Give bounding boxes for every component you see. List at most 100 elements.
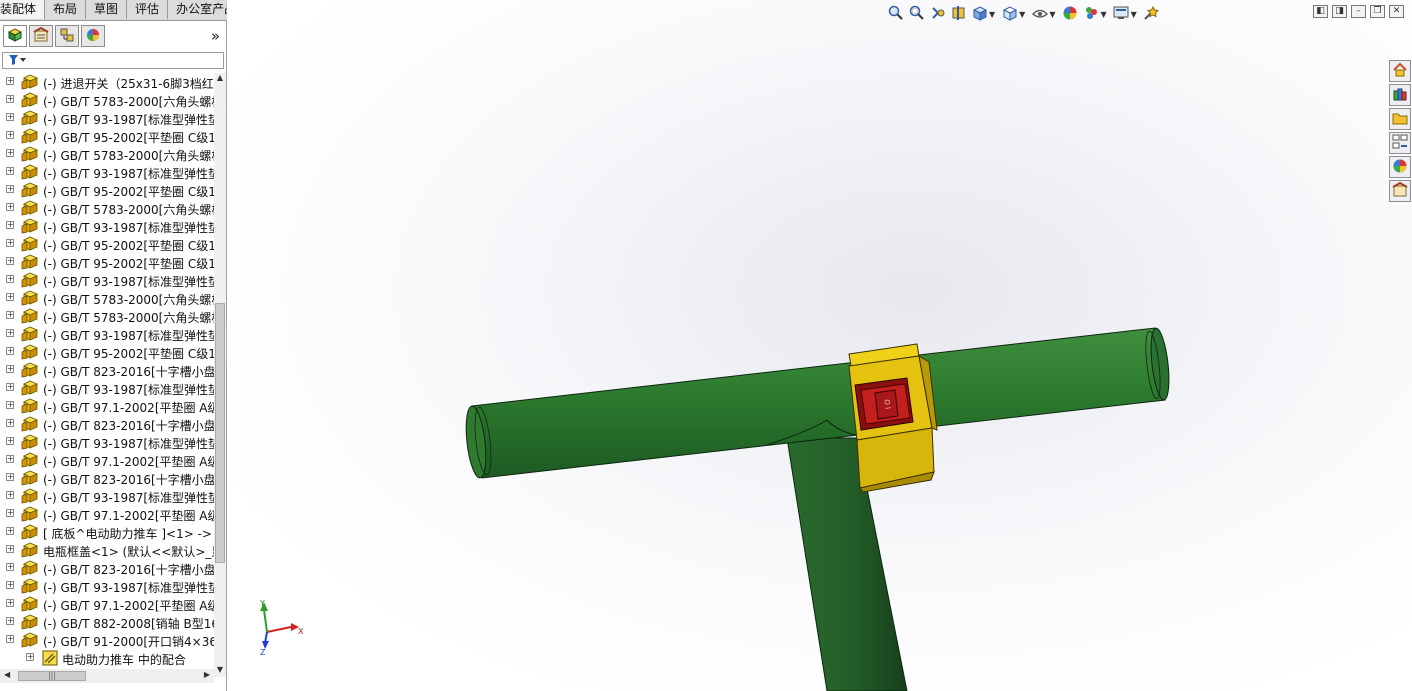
tree-item[interactable]: + 电动助力推车 中的配合 bbox=[0, 649, 214, 667]
expand-toggle-icon[interactable]: + bbox=[6, 185, 14, 193]
tree-item[interactable]: + (-) GB/T 5783-2000[六角头螺栓 bbox=[0, 307, 214, 325]
tree-item[interactable]: + (-) GB/T 97.1-2002[平垫圈 A级 bbox=[0, 505, 214, 523]
expand-toggle-icon[interactable]: + bbox=[6, 527, 14, 535]
scroll-right-icon[interactable]: ▶ bbox=[204, 670, 210, 679]
previous-view-button[interactable] bbox=[929, 6, 946, 23]
expand-toggle-icon[interactable]: + bbox=[6, 437, 14, 445]
hscrollbar-thumb[interactable]: ||| bbox=[18, 671, 86, 681]
tree-item[interactable]: + (-) GB/T 93-1987[标准型弹性垫 bbox=[0, 109, 214, 127]
tab-0[interactable]: 装配体 bbox=[0, 0, 46, 19]
tree-item[interactable]: + (-) GB/T 97.1-2002[平垫圈 A级 bbox=[0, 595, 214, 613]
tree-item[interactable]: + (-) GB/T 823-2016[十字槽小盘 bbox=[0, 361, 214, 379]
realview-button[interactable] bbox=[1143, 5, 1160, 23]
zoom-to-fit-button[interactable] bbox=[887, 5, 904, 23]
scroll-up-icon[interactable]: ▲ bbox=[214, 73, 226, 85]
expand-toggle-icon[interactable]: + bbox=[6, 167, 14, 175]
expand-toggle-icon[interactable]: + bbox=[6, 581, 14, 589]
tree-item[interactable]: + (-) GB/T 823-2016[十字槽小盘 bbox=[0, 559, 214, 577]
task-pane-custom-properties-button[interactable] bbox=[1389, 180, 1411, 202]
expand-toggle-icon[interactable]: + bbox=[6, 617, 14, 625]
tree-item[interactable]: + (-) GB/T 95-2002[平垫圈 C级1 bbox=[0, 181, 214, 199]
display-style-button[interactable] bbox=[1001, 5, 1018, 23]
tab-1[interactable]: 布局 bbox=[45, 0, 87, 19]
expand-toggle-icon[interactable]: + bbox=[6, 239, 14, 247]
hide-show-button[interactable] bbox=[1031, 6, 1048, 23]
tree-horizontal-scrollbar[interactable]: ◀ ||| ▶ bbox=[0, 669, 214, 683]
expand-toggle-icon[interactable]: + bbox=[6, 329, 14, 337]
zoom-area-button[interactable] bbox=[908, 5, 925, 23]
expand-toggle-icon[interactable]: + bbox=[6, 599, 14, 607]
tree-item[interactable]: + (-) GB/T 97.1-2002[平垫圈 A级 bbox=[0, 397, 214, 415]
tree-item[interactable]: + (-) GB/T 5783-2000[六角头螺栓 bbox=[0, 199, 214, 217]
tree-item[interactable]: + (-) GB/T 91-2000[开口销4×36 bbox=[0, 631, 214, 649]
expand-toggle-icon[interactable]: + bbox=[6, 473, 14, 481]
restore-button[interactable]: ❐ bbox=[1370, 5, 1385, 18]
view-orientation-button[interactable] bbox=[971, 5, 988, 23]
tree-item[interactable]: + [ 底板^电动助力推车 ]<1> -> bbox=[0, 523, 214, 541]
scroll-left-icon[interactable]: ◀ bbox=[4, 670, 10, 679]
tree-filter-bar[interactable] bbox=[2, 52, 224, 69]
tree-item[interactable]: + (-) GB/T 93-1987[标准型弹性垫 bbox=[0, 379, 214, 397]
expand-toggle-icon[interactable]: + bbox=[6, 131, 14, 139]
expand-toggle-icon[interactable]: + bbox=[6, 401, 14, 409]
expand-toggle-icon[interactable]: + bbox=[6, 347, 14, 355]
minimize-button[interactable]: – bbox=[1351, 5, 1366, 18]
expand-toggle-icon[interactable]: + bbox=[6, 455, 14, 463]
expand-toggle-icon[interactable]: + bbox=[6, 635, 14, 643]
view-settings-dropdown-icon[interactable]: ▼ bbox=[1131, 10, 1137, 19]
expand-toggle-icon[interactable]: + bbox=[6, 203, 14, 211]
expand-toggle-icon[interactable]: + bbox=[6, 221, 14, 229]
expand-toggle-icon[interactable]: + bbox=[6, 509, 14, 517]
tree-item[interactable]: + (-) GB/T 97.1-2002[平垫圈 A级 bbox=[0, 451, 214, 469]
scrollbar-thumb[interactable] bbox=[215, 303, 225, 563]
configuration-manager-tab[interactable] bbox=[55, 25, 79, 47]
expand-toggle-icon[interactable]: + bbox=[6, 95, 14, 103]
model-viewport[interactable]: O I X Y Z bbox=[227, 0, 1412, 691]
task-pane-file-explorer-button[interactable] bbox=[1389, 108, 1411, 130]
apply-scene-button[interactable] bbox=[1082, 6, 1099, 23]
expand-toggle-icon[interactable]: + bbox=[6, 365, 14, 373]
expand-toggle-icon[interactable]: + bbox=[6, 113, 14, 121]
tab-2[interactable]: 草图 bbox=[86, 0, 128, 19]
graphics-area[interactable]: O I X Y Z ▼ ▼ ▼ ▼ ▼ ◧ ◨ – ❐ ✕ bbox=[227, 0, 1412, 691]
tree-item[interactable]: + 电瓶框盖<1> (默认<<默认>_显 bbox=[0, 541, 214, 559]
tree-item[interactable]: + (-) GB/T 93-1987[标准型弹性垫 bbox=[0, 325, 214, 343]
tree-item[interactable]: + (-) GB/T 882-2008[销轴 B型16 bbox=[0, 613, 214, 631]
expand-toggle-icon[interactable]: + bbox=[6, 275, 14, 283]
collapse-right-button[interactable]: ◨ bbox=[1332, 5, 1347, 18]
scroll-down-icon[interactable]: ▼ bbox=[214, 665, 226, 677]
tree-item[interactable]: + (-) GB/T 5783-2000[六角头螺栓 bbox=[0, 289, 214, 307]
section-view-button[interactable] bbox=[950, 5, 967, 23]
display-manager-tab[interactable] bbox=[81, 25, 105, 47]
expand-toggle-icon[interactable]: + bbox=[6, 383, 14, 391]
tree-item[interactable]: + (-) GB/T 5783-2000[六角头螺栓 bbox=[0, 145, 214, 163]
tree-item[interactable]: + (-) GB/T 93-1987[标准型弹性垫 bbox=[0, 487, 214, 505]
tree-item[interactable]: + (-) GB/T 95-2002[平垫圈 C级1 bbox=[0, 343, 214, 361]
expand-toggle-icon[interactable]: + bbox=[6, 293, 14, 301]
tree-item[interactable]: + (-) GB/T 823-2016[十字槽小盘 bbox=[0, 469, 214, 487]
property-manager-tab[interactable] bbox=[29, 25, 53, 47]
panel-expand-button[interactable]: » bbox=[211, 27, 220, 45]
close-button[interactable]: ✕ bbox=[1389, 5, 1404, 18]
expand-toggle-icon[interactable]: + bbox=[6, 77, 14, 85]
expand-toggle-icon[interactable]: + bbox=[6, 491, 14, 499]
tree-item[interactable]: + (-) GB/T 823-2016[十字槽小盘 bbox=[0, 415, 214, 433]
tree-item[interactable]: + (-) GB/T 95-2002[平垫圈 C级1 bbox=[0, 253, 214, 271]
feature-tree-tab[interactable] bbox=[3, 25, 27, 47]
edit-appearance-button[interactable] bbox=[1061, 6, 1078, 23]
tree-item[interactable]: + (-) GB/T 93-1987[标准型弹性垫 bbox=[0, 577, 214, 595]
tree-item[interactable]: + (-) GB/T 95-2002[平垫圈 C级1 bbox=[0, 127, 214, 145]
expand-toggle-icon[interactable]: + bbox=[6, 257, 14, 265]
view-settings-button[interactable] bbox=[1113, 6, 1130, 23]
tree-item[interactable]: + (-) GB/T 95-2002[平垫圈 C级1 bbox=[0, 235, 214, 253]
task-pane-home-button[interactable] bbox=[1389, 60, 1411, 82]
apply-scene-dropdown-icon[interactable]: ▼ bbox=[1100, 10, 1106, 19]
tree-vertical-scrollbar[interactable]: ▲ ▼ bbox=[214, 73, 226, 677]
tree-item[interactable]: + (-) GB/T 5783-2000[六角头螺栓 bbox=[0, 91, 214, 109]
switch-bracket[interactable]: O I bbox=[848, 343, 938, 493]
task-pane-appearances-button[interactable] bbox=[1389, 156, 1411, 178]
expand-toggle-icon[interactable]: + bbox=[26, 653, 34, 661]
tree-item[interactable]: + (-) GB/T 93-1987[标准型弹性垫 bbox=[0, 217, 214, 235]
hide-show-dropdown-icon[interactable]: ▼ bbox=[1049, 10, 1055, 19]
tree-item[interactable]: + (-) 进退开关（25x31-6脚3档红) bbox=[0, 73, 214, 91]
